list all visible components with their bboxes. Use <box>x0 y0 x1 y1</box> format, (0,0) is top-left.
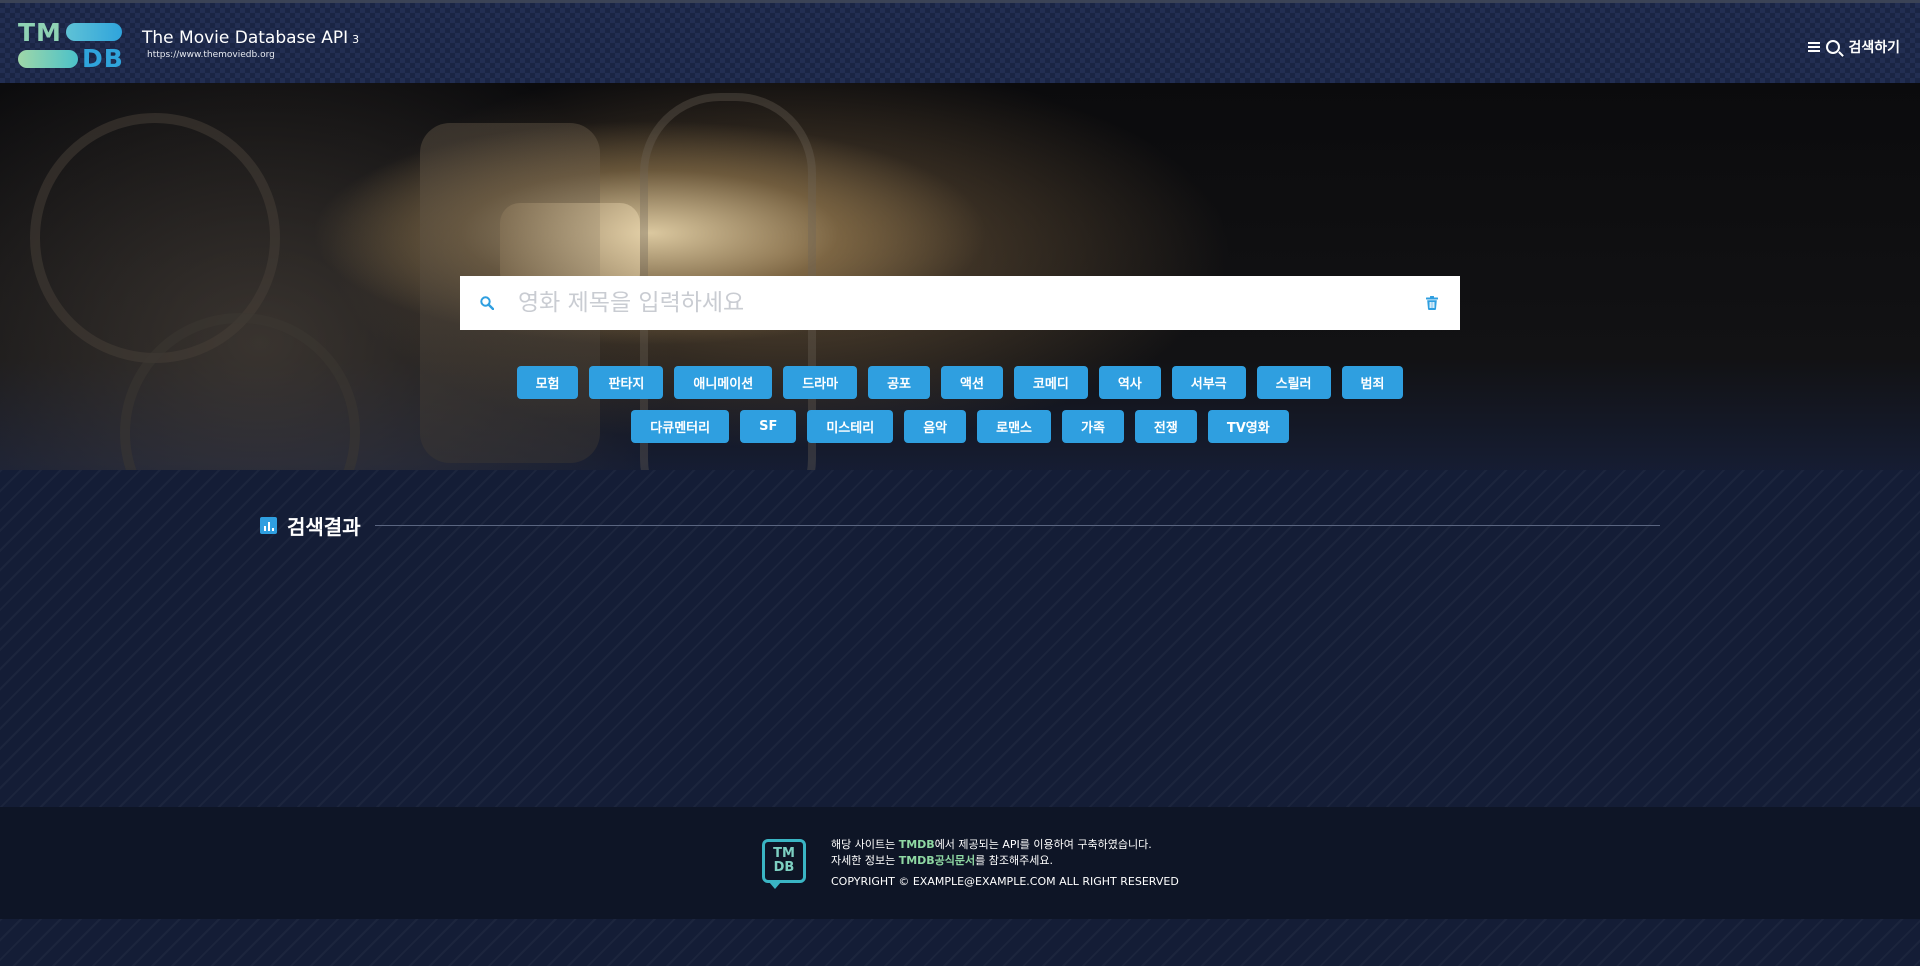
header-search-button[interactable]: 검색하기 <box>1808 37 1900 57</box>
genre-button-thriller[interactable]: 스릴러 <box>1256 366 1331 399</box>
logo-text-tm: TM <box>18 18 62 47</box>
genre-button-family[interactable]: 가족 <box>1062 410 1124 443</box>
tmdb-docs-link[interactable]: TMDB공식문서 <box>899 854 975 867</box>
footer-line-1: 해당 사이트는 TMDB에서 제공되는 API를 이용하여 구축하였습니다. <box>831 837 1179 853</box>
genre-button-documentary[interactable]: 다큐멘터리 <box>631 410 730 443</box>
search-bar <box>460 276 1460 330</box>
footer-line-2: 자세한 정보는 TMDB공식문서를 참조해주세요. <box>831 853 1179 869</box>
footer-line-1-suffix: 에서 제공되는 API를 이용하여 구축하였습니다. <box>934 838 1152 851</box>
api-version: 3 <box>352 33 360 46</box>
site-title-text: The Movie Database API <box>142 28 349 48</box>
footer-line-2-suffix: 를 참조해주세요. <box>975 854 1054 867</box>
results-section-header: 검색결과 <box>260 512 1660 539</box>
genre-button-western[interactable]: 서부극 <box>1171 366 1246 399</box>
copyright-text: COPYRIGHT © EXAMPLE@EXAMPLE.COM ALL RIGH… <box>831 875 1179 888</box>
genre-button-tv-movie[interactable]: TV영화 <box>1207 410 1289 443</box>
search-input[interactable] <box>514 283 1404 323</box>
menu-icon <box>1808 42 1821 52</box>
results-divider <box>374 524 1660 526</box>
header-search-label: 검색하기 <box>1848 40 1900 56</box>
search-icon[interactable] <box>460 296 514 310</box>
logo-text-db: DB <box>82 44 124 73</box>
footer-logo-tm: TM <box>773 846 795 861</box>
footer-info: 해당 사이트는 TMDB에서 제공되는 API를 이용하여 구축하였습니다. 자… <box>831 837 1179 890</box>
site-header: TM DB The Movie Database API 3 https://ww… <box>0 0 1920 83</box>
genre-button-crime[interactable]: 범죄 <box>1341 366 1404 399</box>
tmdb-footer-logo[interactable]: TM DB <box>762 839 806 889</box>
genre-row-1: 모험 판타지 애니메이션 드라마 공포 액션 코메디 역사 서부극 스릴러 범죄 <box>460 366 1460 399</box>
genre-button-music[interactable]: 음악 <box>904 410 967 443</box>
genre-button-action[interactable]: 액션 <box>941 366 1003 399</box>
site-url[interactable]: https://www.themoviedb.org <box>147 50 275 60</box>
logo-pill-bottom <box>18 50 78 68</box>
tmdb-link[interactable]: TMDB <box>899 838 935 851</box>
site-footer: TM DB 해당 사이트는 TMDB에서 제공되는 API를 이용하여 구축하였… <box>0 807 1920 919</box>
bar-chart-icon <box>260 516 277 534</box>
genre-button-adventure[interactable]: 모험 <box>516 366 579 399</box>
results-title: 검색결과 <box>287 514 361 539</box>
trash-icon <box>1426 296 1438 310</box>
logo-pill-top <box>66 23 122 41</box>
genre-button-animation[interactable]: 애니메이션 <box>674 366 773 399</box>
genre-button-fantasy[interactable]: 판타지 <box>589 366 664 399</box>
genre-filter: 모험 판타지 애니메이션 드라마 공포 액션 코메디 역사 서부극 스릴러 범죄… <box>460 366 1460 454</box>
bottom-background <box>0 919 1920 966</box>
genre-button-drama[interactable]: 드라마 <box>783 366 858 399</box>
genre-row-2: 다큐멘터리 SF 미스테리 음악 로맨스 가족 전쟁 TV영화 <box>460 410 1460 443</box>
genre-button-history[interactable]: 역사 <box>1098 366 1161 399</box>
search-icon <box>1826 40 1841 54</box>
genre-button-comedy[interactable]: 코메디 <box>1013 366 1088 399</box>
genre-button-war[interactable]: 전쟁 <box>1134 410 1197 443</box>
footer-line-1-prefix: 해당 사이트는 <box>831 838 899 851</box>
genre-button-horror[interactable]: 공포 <box>868 366 930 399</box>
clear-search-button[interactable] <box>1404 276 1460 330</box>
genre-button-mystery[interactable]: 미스테리 <box>807 410 894 443</box>
genre-button-romance[interactable]: 로맨스 <box>977 410 1051 443</box>
site-title[interactable]: The Movie Database API 3 <box>142 28 359 48</box>
genre-button-sf[interactable]: SF <box>740 410 797 443</box>
tmdb-logo[interactable]: TM DB <box>18 18 124 73</box>
footer-logo-db: DB <box>773 860 795 875</box>
footer-line-2-prefix: 자세한 정보는 <box>831 854 899 867</box>
